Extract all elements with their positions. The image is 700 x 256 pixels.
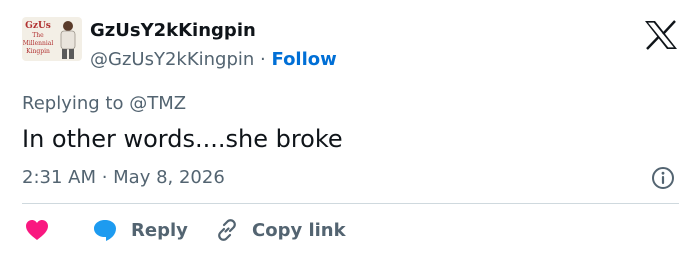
- info-icon[interactable]: [650, 165, 676, 191]
- timestamp[interactable]: 2:31 AM · May 8, 2026: [22, 167, 225, 188]
- reply-label: Reply: [131, 219, 188, 241]
- like-button[interactable]: [25, 216, 49, 244]
- copy-link-button[interactable]: Copy link: [215, 216, 346, 244]
- x-logo-icon[interactable]: [644, 20, 678, 50]
- avatar-line-1: GzUs: [25, 21, 51, 31]
- follow-button[interactable]: Follow: [272, 49, 337, 70]
- replying-to-handle[interactable]: @TMZ: [129, 93, 186, 114]
- speech-bubble-icon: [94, 220, 116, 241]
- user-handle[interactable]: @GzUsY2kKingpin: [90, 49, 254, 70]
- divider: [22, 203, 679, 204]
- avatar[interactable]: GzUs The Millennial Kingpin: [22, 17, 82, 61]
- link-icon: [218, 219, 236, 241]
- reply-button[interactable]: Reply: [92, 216, 188, 244]
- tweet-text: In other words....she broke: [22, 125, 343, 153]
- avatar-line-4: Kingpin: [26, 48, 50, 55]
- separator-dot: ·: [260, 49, 266, 70]
- handle-row: @GzUsY2kKingpin · Follow: [90, 49, 337, 70]
- display-name[interactable]: GzUsY2kKingpin: [90, 20, 256, 41]
- replying-to-line: Replying to @TMZ: [22, 93, 186, 114]
- copy-link-label: Copy link: [252, 219, 346, 241]
- heart-icon: [26, 220, 48, 240]
- avatar-line-3: Millennial: [23, 40, 54, 47]
- avatar-line-2: The: [32, 32, 44, 39]
- replying-prefix: Replying to: [22, 93, 124, 114]
